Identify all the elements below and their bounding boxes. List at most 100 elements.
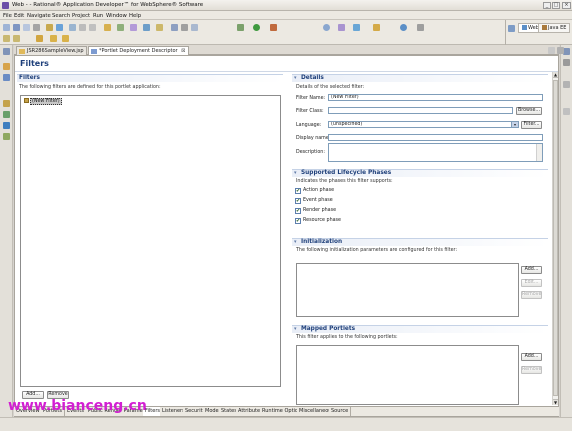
print-icon[interactable] bbox=[33, 24, 40, 31]
image-icon[interactable] bbox=[130, 24, 137, 31]
save-all-icon[interactable] bbox=[23, 24, 30, 31]
menu-run[interactable]: Run bbox=[93, 13, 103, 19]
action-phase-checkbox[interactable]: ✔ bbox=[295, 188, 301, 194]
init-params-list[interactable] bbox=[296, 263, 519, 317]
initialization-section-title: Initialization bbox=[301, 239, 343, 245]
new-icon[interactable] bbox=[3, 24, 10, 31]
language-select[interactable]: (unspecified) bbox=[328, 121, 519, 128]
forward-icon[interactable] bbox=[62, 35, 69, 42]
underline-icon[interactable] bbox=[89, 24, 96, 31]
menu-window[interactable]: Window bbox=[106, 13, 127, 19]
form-header: Filters bbox=[15, 56, 558, 72]
snippets-icon[interactable] bbox=[3, 100, 10, 107]
filter-name-label: Filter Name: bbox=[296, 96, 326, 101]
filter-language-button[interactable]: Filter... bbox=[521, 121, 542, 129]
tab-jsr286sampleview[interactable]: JSR286SampleView.jsp bbox=[16, 46, 87, 55]
tab-source[interactable]: Source bbox=[329, 407, 352, 416]
search-icon[interactable] bbox=[373, 24, 380, 31]
menu-help[interactable]: Help bbox=[129, 13, 141, 19]
details-collapse-icon[interactable]: ▾ bbox=[294, 75, 297, 81]
toolbar-divider bbox=[505, 20, 506, 45]
format-icon[interactable] bbox=[104, 24, 111, 31]
filter-name-field[interactable]: (New Filter) bbox=[328, 94, 543, 101]
close-tab-icon[interactable]: ⊠ bbox=[181, 48, 185, 54]
italic-icon[interactable] bbox=[79, 24, 86, 31]
page-data-icon[interactable] bbox=[3, 122, 10, 129]
save-icon[interactable] bbox=[13, 24, 20, 31]
link-icon[interactable] bbox=[117, 24, 124, 31]
new-server-icon[interactable] bbox=[323, 24, 330, 31]
server-icon[interactable] bbox=[56, 24, 63, 31]
globe-icon[interactable] bbox=[400, 24, 407, 31]
back-icon[interactable] bbox=[50, 35, 57, 42]
scroll-thumb[interactable] bbox=[553, 80, 558, 396]
menu-file[interactable]: File bbox=[3, 13, 12, 19]
external-tools-icon[interactable] bbox=[270, 24, 277, 31]
chevron-down-icon[interactable]: ▾ bbox=[511, 122, 518, 127]
event-phase-checkbox[interactable]: ✔ bbox=[295, 198, 301, 204]
filters-list[interactable]: (New Filter) bbox=[20, 95, 281, 387]
add-mapped-portlet-button[interactable]: Add... bbox=[521, 353, 542, 361]
bullet-list-icon[interactable] bbox=[171, 24, 178, 31]
services-icon[interactable] bbox=[3, 133, 10, 140]
project-explorer-icon[interactable] bbox=[3, 63, 10, 70]
menu-project[interactable]: Project bbox=[72, 13, 90, 19]
maximize-editor-icon[interactable] bbox=[557, 47, 564, 54]
edit-init-param-button[interactable]: Edit... bbox=[521, 279, 542, 287]
filter-class-field[interactable] bbox=[328, 107, 513, 114]
pin-icon[interactable] bbox=[417, 24, 424, 31]
remove-mapped-portlet-button[interactable]: Remove bbox=[521, 366, 542, 374]
scroll-down-icon[interactable]: ▼ bbox=[553, 399, 558, 405]
description-textarea[interactable] bbox=[328, 143, 543, 162]
display-name-field[interactable] bbox=[328, 134, 543, 141]
editor-tab-bar: JSR286SampleView.jsp *Portlet Deployment… bbox=[14, 45, 564, 55]
mapped-portlets-list[interactable] bbox=[296, 345, 519, 405]
resource-phase-checkbox[interactable]: ✔ bbox=[295, 218, 301, 224]
table-icon[interactable] bbox=[143, 24, 150, 31]
next-annotation-icon[interactable] bbox=[3, 35, 10, 42]
minimize-button[interactable]: _ bbox=[543, 2, 551, 9]
palette-icon[interactable] bbox=[3, 111, 10, 118]
render-phase-checkbox[interactable]: ✔ bbox=[295, 208, 301, 214]
mapped-portlets-collapse-icon[interactable]: ▾ bbox=[294, 326, 297, 332]
list-item[interactable]: (New Filter) bbox=[24, 98, 62, 105]
initialization-collapse-icon[interactable]: ▾ bbox=[294, 239, 297, 245]
properties-icon[interactable] bbox=[563, 59, 570, 66]
scroll-up-icon[interactable]: ▲ bbox=[553, 72, 558, 78]
mapped-portlets-section-title: Mapped Portlets bbox=[301, 326, 356, 332]
prev-annotation-icon[interactable] bbox=[13, 35, 20, 42]
add-init-param-button[interactable]: Add... bbox=[521, 266, 542, 274]
tab-portlet-deployment-descriptor[interactable]: *Portlet Deployment Descriptor ⊠ bbox=[88, 46, 189, 55]
tab-jsr286sampleview-label: JSR286SampleView.jsp bbox=[27, 48, 84, 54]
lifecycle-collapse-icon[interactable]: ▾ bbox=[294, 170, 297, 176]
lifecycle-description: Indicates the phases this filter support… bbox=[296, 179, 393, 184]
console-icon[interactable] bbox=[563, 81, 570, 88]
numbered-list-icon[interactable] bbox=[181, 24, 188, 31]
bold-icon[interactable] bbox=[69, 24, 76, 31]
outline-icon[interactable] bbox=[3, 74, 10, 81]
last-edit-icon[interactable] bbox=[36, 35, 43, 42]
maximize-button[interactable]: □ bbox=[552, 2, 560, 9]
browse-button[interactable]: Browse... bbox=[516, 107, 542, 115]
debug-icon[interactable] bbox=[237, 24, 244, 31]
restore-icon[interactable] bbox=[3, 48, 10, 55]
open-type-icon[interactable] bbox=[46, 24, 53, 31]
close-button[interactable]: × bbox=[562, 2, 571, 9]
perspective-javaee[interactable]: Java EE bbox=[538, 23, 571, 33]
editor-scrollbar[interactable]: ▲ ▼ bbox=[552, 72, 558, 405]
menu-search[interactable]: Search bbox=[52, 13, 70, 19]
lifecycle-section-title: Supported Lifecycle Phases bbox=[301, 170, 392, 176]
menu-edit[interactable]: Edit bbox=[14, 13, 24, 19]
restore-right-icon[interactable] bbox=[563, 48, 570, 55]
open-perspective-icon[interactable] bbox=[508, 25, 515, 32]
run-icon[interactable] bbox=[253, 24, 260, 31]
indent-icon[interactable] bbox=[191, 24, 198, 31]
remove-init-param-button[interactable]: Remove bbox=[521, 291, 542, 299]
menu-navigate[interactable]: Navigate bbox=[27, 13, 51, 19]
description-scrollbar[interactable] bbox=[536, 144, 542, 161]
minimize-editor-icon[interactable] bbox=[548, 47, 555, 54]
new-component-icon[interactable] bbox=[338, 24, 345, 31]
problems-icon[interactable] bbox=[563, 108, 570, 115]
form-icon[interactable] bbox=[156, 24, 163, 31]
new-web-project-icon[interactable] bbox=[353, 24, 360, 31]
